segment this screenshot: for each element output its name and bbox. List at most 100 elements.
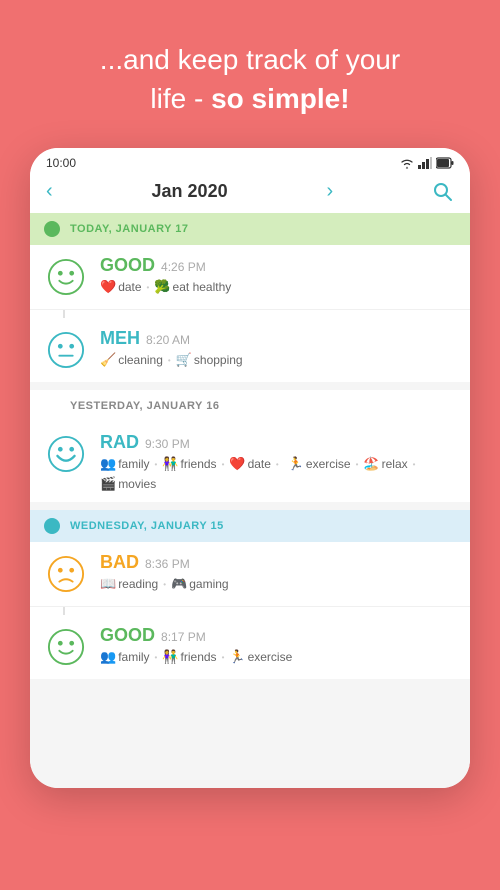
- tag-exercise-2: 🏃 exercise: [229, 649, 292, 665]
- entry-title-row-bad: BAD 8:36 PM: [100, 552, 456, 573]
- tag-friends-2: 👫 friends: [162, 649, 216, 665]
- entry-content-meh: MEH 8:20 AM 🧹 cleaning • 🛒 shopping: [100, 328, 456, 368]
- entry-title-row-meh: MEH 8:20 AM: [100, 328, 456, 349]
- food-icon: 🥦: [154, 279, 170, 295]
- heart-icon-2: ❤️: [229, 456, 245, 472]
- entry-rad-yesterday: RAD 9:30 PM 👥 family • 👫 friends: [30, 422, 470, 502]
- entry-title-row-rad: RAD 9:30 PM: [100, 432, 456, 453]
- tag-eat-label: eat healthy: [173, 280, 232, 294]
- entry-mood-bad: BAD: [100, 552, 139, 573]
- day-section-yesterday: YESTERDAY, JANUARY 16 RAD 9:30 PM: [30, 390, 470, 502]
- tag-friends2-label: friends: [181, 650, 217, 664]
- tag-shopping: 🛒 shopping: [176, 352, 243, 368]
- tag-cleaning: 🧹 cleaning: [100, 352, 163, 368]
- entry-content-rad: RAD 9:30 PM 👥 family • 👫 friends: [100, 432, 456, 492]
- tag-date2: ❤️ date: [229, 456, 271, 472]
- entry-mood-meh: MEH: [100, 328, 140, 349]
- tag-friends: 👫 friends: [162, 456, 216, 472]
- friends-icon-2: 👫: [162, 649, 178, 665]
- status-time: 10:00: [46, 156, 76, 170]
- entry-content-bad: BAD 8:36 PM 📖 reading • 🎮 gaming: [100, 552, 456, 592]
- mood-icon-good-2: [44, 625, 88, 669]
- header-line1: ...and keep track of your: [100, 40, 400, 79]
- heart-icon: ❤️: [100, 279, 116, 295]
- entry-mood-good-2: GOOD: [100, 625, 155, 646]
- entry-title-row-good: GOOD 4:26 PM: [100, 255, 456, 276]
- entry-meh-today: MEH 8:20 AM 🧹 cleaning • 🛒 shopping: [30, 318, 470, 382]
- status-icons: [400, 157, 454, 169]
- header-line2: life - so simple!: [100, 79, 400, 118]
- tag-gaming-label: gaming: [189, 577, 228, 591]
- relax-icon: 🏖️: [363, 456, 379, 472]
- entry-title-row-good-2: GOOD 8:17 PM: [100, 625, 456, 646]
- tag-gaming: 🎮 gaming: [171, 576, 229, 592]
- wednesday-dot: [44, 518, 60, 534]
- wednesday-label: WEDNESDAY, JANUARY 15: [70, 520, 224, 532]
- scroll-area[interactable]: TODAY, JANUARY 17 GOOD 4:26 PM: [30, 213, 470, 788]
- yesterday-label: YESTERDAY, JANUARY 16: [70, 400, 219, 412]
- entry-bad-wednesday: BAD 8:36 PM 📖 reading • 🎮 gaming: [30, 542, 470, 607]
- entry-tags-good-2: 👥 family • 👫 friends • 🏃 exercise: [100, 649, 456, 665]
- tag-cleaning-label: cleaning: [118, 353, 163, 367]
- entry-divider: [63, 310, 65, 318]
- family-icon: 👥: [100, 456, 116, 472]
- mood-icon-good: [44, 255, 88, 299]
- tag-relax-label: relax: [382, 457, 408, 471]
- tag-family-label: family: [118, 457, 149, 471]
- entry-tags-rad: 👥 family • 👫 friends • ❤️ date: [100, 456, 456, 492]
- nav-title: Jan 2020: [152, 181, 228, 202]
- entry-good-wednesday: GOOD 8:17 PM 👥 family • 👫 friends: [30, 615, 470, 679]
- movies-icon: 🎬: [100, 476, 116, 492]
- tag-exercise: 🏃 exercise: [288, 456, 351, 472]
- entry-time-good-2: 8:17 PM: [161, 630, 206, 644]
- tag-relax: 🏖️ relax: [363, 456, 407, 472]
- entry-content-good: GOOD 4:26 PM ❤️ date • 🥦 eat healthy: [100, 255, 456, 295]
- entry-tags-good: ❤️ date • 🥦 eat healthy: [100, 279, 456, 295]
- entry-mood-rad: RAD: [100, 432, 139, 453]
- nav-prev-button[interactable]: ‹: [46, 180, 53, 203]
- entry-time-good: 4:26 PM: [161, 260, 206, 274]
- friends-icon: 👫: [162, 456, 178, 472]
- tag-shopping-label: shopping: [194, 353, 243, 367]
- nav-next-button[interactable]: ›: [326, 180, 333, 203]
- nav-bar: ‹ Jan 2020 ›: [30, 174, 470, 213]
- tag-exercise2-label: exercise: [248, 650, 293, 664]
- yesterday-spacer: [44, 398, 60, 414]
- entry-time-rad: 9:30 PM: [145, 437, 190, 451]
- reading-icon: 📖: [100, 576, 116, 592]
- tag-date: ❤️ date: [100, 279, 142, 295]
- broom-icon: 🧹: [100, 352, 116, 368]
- today-dot: [44, 221, 60, 237]
- tag-eat-healthy: 🥦 eat healthy: [154, 279, 231, 295]
- entry-time-meh: 8:20 AM: [146, 333, 190, 347]
- entry-tags-bad: 📖 reading • 🎮 gaming: [100, 576, 456, 592]
- tag-family-2: 👥 family: [100, 649, 150, 665]
- header-section: ...and keep track of your life - so simp…: [70, 0, 430, 148]
- search-icon[interactable]: [432, 181, 454, 203]
- tag-movies-label: movies: [118, 477, 156, 491]
- tag-reading: 📖 reading: [100, 576, 158, 592]
- mood-icon-rad: [44, 432, 88, 476]
- signal-icon: [418, 157, 432, 169]
- day-section-wednesday: WEDNESDAY, JANUARY 15 BAD 8:36 PM: [30, 510, 470, 679]
- mood-icon-meh: [44, 328, 88, 372]
- entry-time-bad: 8:36 PM: [145, 557, 190, 571]
- phone-mockup: 10:00 ‹ Jan 2020 ›: [30, 148, 470, 788]
- day-header-wednesday: WEDNESDAY, JANUARY 15: [30, 510, 470, 542]
- battery-icon: [436, 157, 454, 169]
- wifi-icon: [400, 157, 414, 169]
- tag-family: 👥 family: [100, 456, 150, 472]
- entry-content-good-2: GOOD 8:17 PM 👥 family • 👫 friends: [100, 625, 456, 665]
- tag-date-label: date: [118, 280, 141, 294]
- entry-good-today: GOOD 4:26 PM ❤️ date • 🥦 eat healthy: [30, 245, 470, 310]
- tag-reading-label: reading: [118, 577, 158, 591]
- mood-icon-bad: [44, 552, 88, 596]
- day-header-today: TODAY, JANUARY 17: [30, 213, 470, 245]
- tag-movies: 🎬 movies: [100, 476, 156, 492]
- day-section-today: TODAY, JANUARY 17 GOOD 4:26 PM: [30, 213, 470, 382]
- tag-separator: •: [147, 283, 150, 292]
- gaming-icon: 🎮: [171, 576, 187, 592]
- entry-mood-good: GOOD: [100, 255, 155, 276]
- tag-friends-label: friends: [181, 457, 217, 471]
- tag-separator-2: •: [168, 356, 171, 365]
